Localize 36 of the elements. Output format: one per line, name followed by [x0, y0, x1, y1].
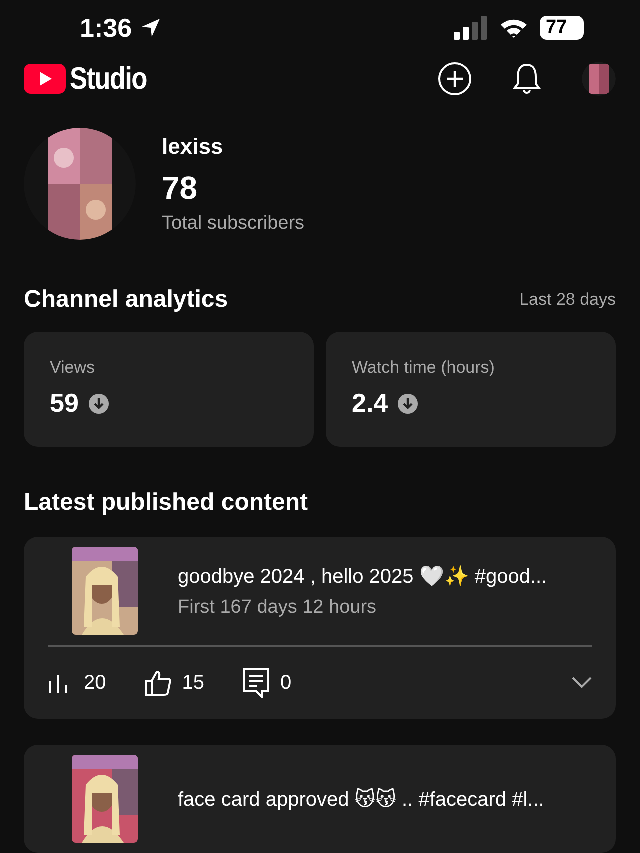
bar-chart-icon: [48, 673, 70, 693]
video-card[interactable]: goodbye 2024 , hello 2025 🤍✨ #good... First 167 days 12 hours 20 15 0: [24, 537, 616, 719]
section-title: Latest published content: [24, 489, 308, 517]
metric-card[interactable]: Views 59: [24, 332, 314, 447]
arrow-down-icon: [88, 394, 109, 414]
arrow-down-icon: [398, 394, 418, 414]
play-logo-icon: [24, 64, 66, 94]
metric-card[interactable]: Watch time (hours) 2.4: [326, 332, 616, 447]
metric-label: Watch time (hours): [352, 358, 496, 378]
comment-count: 0: [280, 672, 292, 694]
signal-icon: [454, 16, 488, 40]
thumbs-up-icon: [144, 670, 172, 696]
section-title: Channel analytics: [24, 286, 228, 314]
wifi-icon: [500, 17, 528, 40]
create-icon[interactable]: [438, 62, 472, 96]
view-count: 20: [84, 672, 106, 694]
video-age: First 167 days 12 hours: [178, 596, 378, 618]
comment-icon: [242, 668, 268, 698]
app-title: Studio: [70, 61, 147, 98]
subscriber-count: 78: [162, 170, 199, 206]
period-label: Last 28 days: [520, 290, 616, 310]
video-title: goodbye 2024 , hello 2025 🤍✨ #good...: [178, 564, 548, 588]
metric-value: 2.4: [352, 388, 388, 419]
video-title: face card approved 😽😽 .. #facecard #l...: [178, 787, 544, 812]
metric-label: Views: [50, 358, 96, 378]
clock-time: 1:36: [80, 12, 132, 44]
video-card[interactable]: face card approved 😽😽 .. #facecard #l...: [24, 745, 616, 853]
metric-value: 59: [50, 388, 79, 419]
account-avatar[interactable]: [582, 62, 616, 96]
battery-level: 77: [540, 16, 584, 40]
subscribers-label: Total subscribers: [162, 212, 305, 234]
location-arrow-icon: [140, 17, 162, 40]
expand-chevron-icon[interactable]: [572, 677, 592, 689]
notifications-bell-icon[interactable]: [512, 62, 542, 96]
channel-name: lexiss: [162, 134, 224, 160]
like-count: 15: [182, 672, 204, 694]
